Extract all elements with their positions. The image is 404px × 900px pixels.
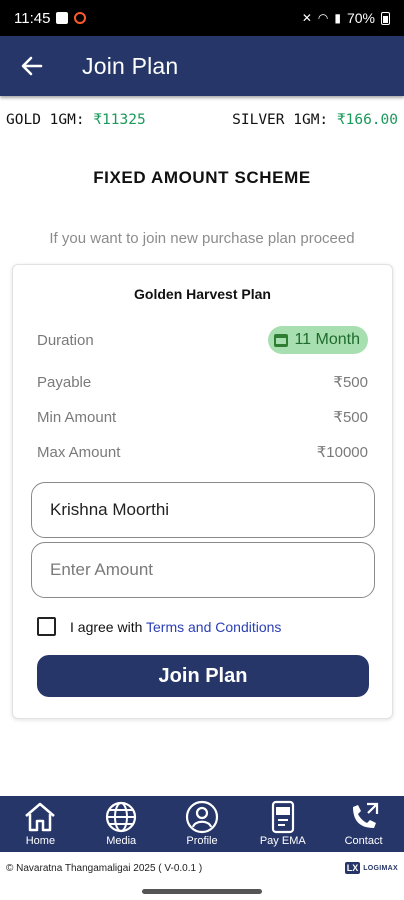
- duration-value: 11 Month: [294, 331, 360, 348]
- agree-text: I agree with: [70, 618, 143, 635]
- nav-label-home: Home: [25, 835, 56, 847]
- gallery-notification-icon: [56, 12, 69, 24]
- payable-row: Payable ₹500: [37, 373, 368, 392]
- name-input[interactable]: [50, 500, 374, 520]
- nav-label-pay-ema: Pay EMA: [259, 835, 306, 847]
- nav-label-profile: Profile: [186, 835, 218, 847]
- logimax-logo: LX LOGIMAX: [344, 862, 398, 874]
- gold-rate: GOLD 1GM: ₹11325: [6, 112, 146, 128]
- mute-icon: ✕: [301, 11, 312, 25]
- terms-link[interactable]: Terms and Conditions: [146, 619, 281, 635]
- min-amount-label: Min Amount: [37, 408, 117, 426]
- plan-name: Golden Harvest Plan: [134, 286, 271, 302]
- max-amount-label: Max Amount: [37, 443, 121, 461]
- agree-text-wrap: I agree with Terms and Conditions: [70, 619, 281, 635]
- logo-mark: LX: [344, 862, 361, 874]
- footer: © Navaratna Thangamaligai 2025 ( V-0.0.1…: [0, 852, 404, 884]
- battery-percent: 70%: [346, 10, 375, 26]
- home-indicator[interactable]: [142, 889, 262, 894]
- max-amount-value: ₹10000: [316, 444, 368, 461]
- status-left: 11:45: [14, 9, 87, 27]
- back-button[interactable]: [0, 36, 64, 96]
- status-right: ✕ ◠ ▮ 70%: [302, 10, 390, 26]
- amount-input[interactable]: [50, 560, 374, 580]
- nav-item-contact[interactable]: Contact: [324, 796, 404, 847]
- agree-row: I agree with Terms and Conditions: [37, 617, 281, 636]
- duration-label: Duration: [37, 331, 94, 349]
- copyright-text: © Navaratna Thangamaligai 2025 ( V-0.0.1…: [6, 862, 203, 874]
- bottom-nav: Home Media Profile Pay EMA Contact: [0, 796, 404, 852]
- wifi-icon: ◠: [317, 11, 329, 25]
- app-bar: Join Plan: [0, 36, 404, 96]
- nav-label-media: Media: [106, 835, 137, 847]
- silver-rate-value: ₹166.00: [336, 112, 398, 128]
- payable-label: Payable: [37, 373, 92, 391]
- nav-item-pay-ema[interactable]: Pay EMA: [243, 796, 323, 847]
- amount-field[interactable]: [31, 542, 375, 598]
- nav-item-media[interactable]: Media: [81, 796, 161, 847]
- payable-value: ₹500: [333, 374, 368, 391]
- silver-rate: SILVER 1GM: ₹166.00: [232, 112, 398, 128]
- page-title: Join Plan: [82, 52, 179, 79]
- nav-item-home[interactable]: Home: [0, 796, 80, 847]
- nav-item-profile[interactable]: Profile: [162, 796, 242, 847]
- signal-icon: ▮: [334, 11, 341, 25]
- pay-icon: [266, 800, 300, 834]
- calendar-icon: [274, 333, 289, 347]
- arrow-left-icon: [21, 56, 43, 76]
- min-amount-row: Min Amount ₹500: [37, 408, 368, 427]
- status-time: 11:45: [14, 9, 51, 27]
- duration-chip: 11 Month: [268, 326, 368, 354]
- battery-icon: [381, 11, 390, 25]
- globe-icon: [104, 800, 138, 834]
- gold-rate-value: ₹11325: [93, 112, 146, 128]
- silver-rate-label: SILVER 1GM:: [232, 112, 329, 128]
- phone-icon: [347, 800, 381, 834]
- status-bar: 11:45 ✕ ◠ ▮ 70%: [0, 0, 404, 36]
- min-amount-value: ₹500: [333, 409, 368, 426]
- gold-rate-label: GOLD 1GM:: [6, 112, 85, 128]
- max-amount-row: Max Amount ₹10000: [37, 443, 368, 462]
- name-field[interactable]: [31, 482, 375, 538]
- duration-row: Duration 11 Month: [37, 326, 368, 354]
- join-plan-button[interactable]: Join Plan: [37, 655, 369, 697]
- app-notification-icon: [74, 12, 87, 24]
- logo-text: LOGIMAX: [363, 864, 398, 872]
- scheme-title: FIXED AMOUNT SCHEME: [93, 168, 311, 187]
- person-icon: [185, 800, 219, 834]
- nav-label-contact: Contact: [344, 835, 383, 847]
- home-icon: [23, 800, 57, 834]
- plan-card: Golden Harvest Plan Duration 11 Month Pa…: [12, 264, 393, 719]
- agree-checkbox[interactable]: [37, 617, 56, 636]
- metal-rates: GOLD 1GM: ₹11325 SILVER 1GM: ₹166.00: [6, 112, 398, 128]
- hint-text: If you want to join new purchase plan pr…: [49, 230, 355, 247]
